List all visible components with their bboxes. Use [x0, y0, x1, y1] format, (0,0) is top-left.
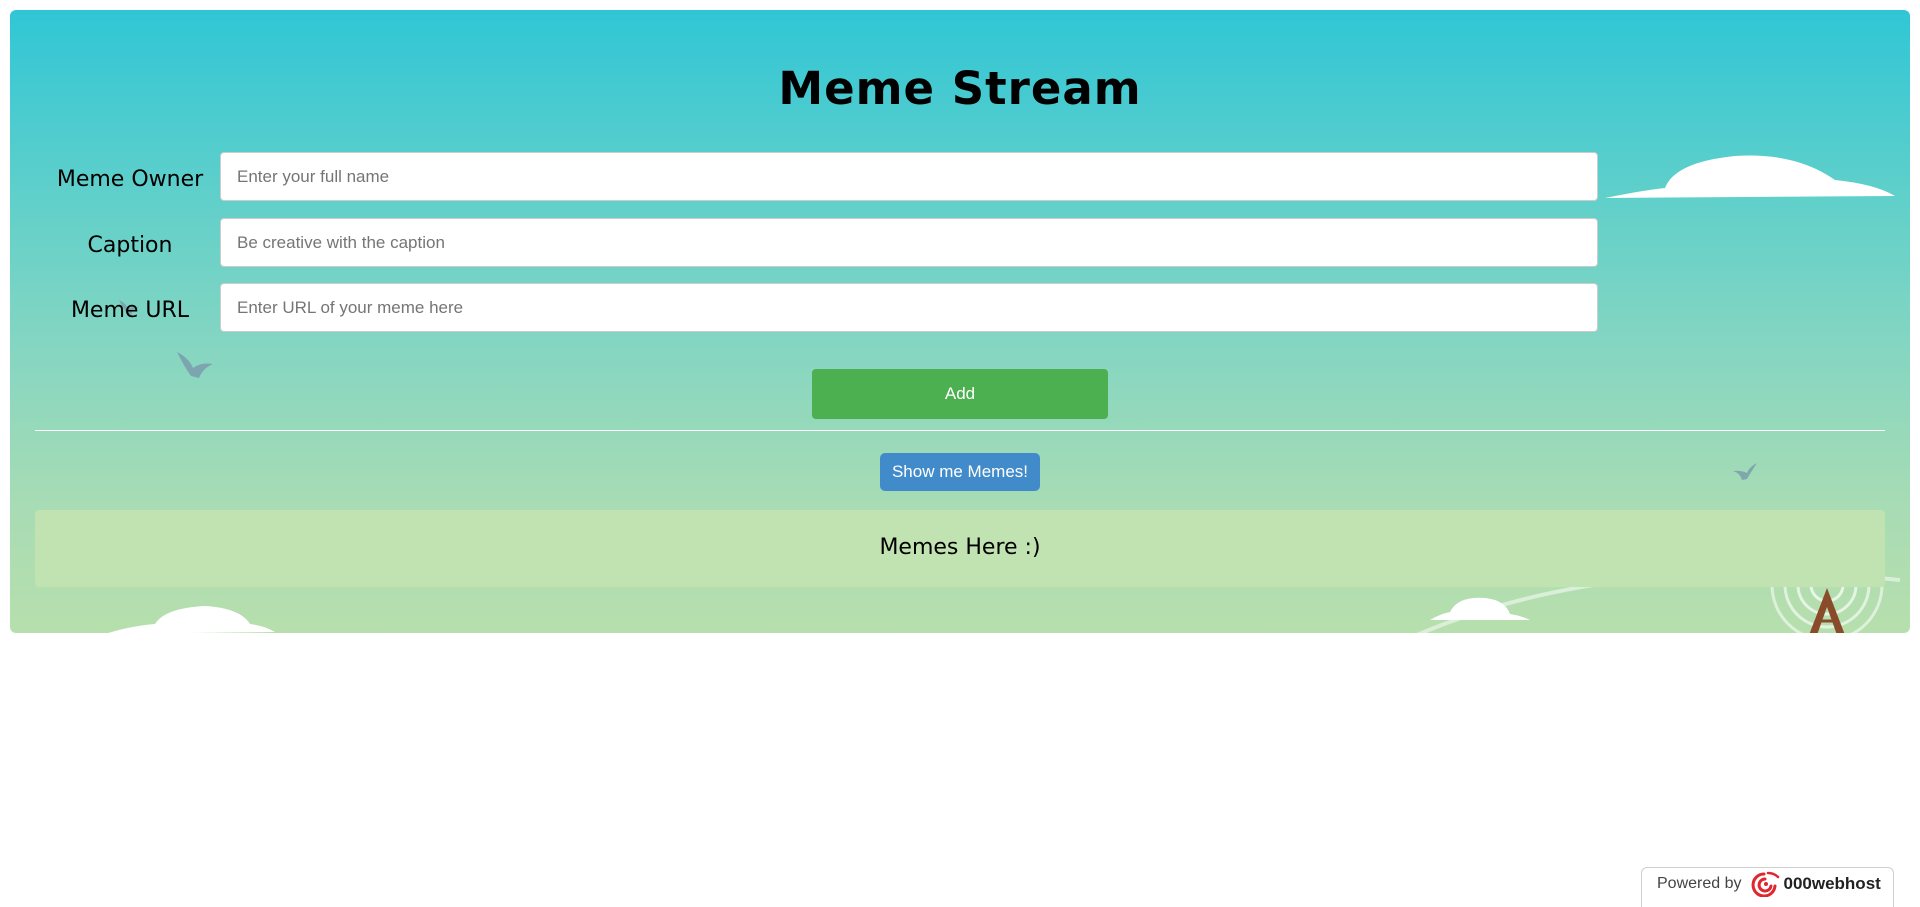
bird-icon [1733, 463, 1757, 480]
cloud-icon [108, 606, 275, 633]
meme-owner-input[interactable] [220, 152, 1598, 201]
show-memes-button[interactable]: Show me Memes! [880, 453, 1040, 491]
main-panel: Meme Stream Meme Owner Caption Meme URL … [10, 10, 1910, 633]
caption-label: Caption [87, 233, 173, 258]
powered-by-text: Powered by [1657, 874, 1742, 892]
add-button[interactable]: Add [812, 369, 1108, 419]
memes-container: Memes Here :) [35, 510, 1885, 587]
divider [35, 430, 1885, 431]
000webhost-logo-icon [1751, 871, 1779, 897]
page-title: Meme Stream [778, 62, 1142, 115]
bird-icon [177, 352, 213, 378]
caption-input[interactable] [220, 218, 1598, 267]
memes-placeholder-text: Memes Here :) [879, 535, 1041, 560]
meme-owner-label: Meme Owner [56, 167, 204, 192]
meme-url-label: Meme URL [70, 298, 190, 323]
cloud-icon [1605, 155, 1895, 198]
brand-name: 000webhost [1783, 873, 1881, 893]
meme-url-input[interactable] [220, 283, 1598, 332]
powered-by-badge[interactable]: Powered by 000webhost [1641, 867, 1894, 907]
